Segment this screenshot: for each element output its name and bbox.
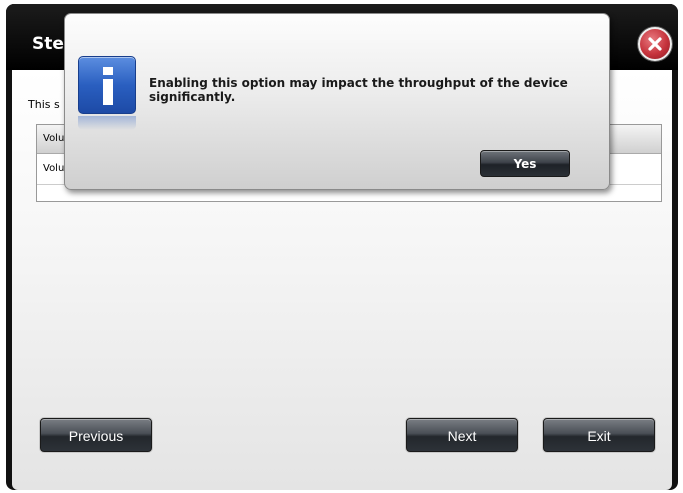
table-cell: Volu — [43, 163, 65, 174]
info-dialog: Enabling this option may impact the thro… — [64, 13, 610, 190]
previous-button[interactable]: Previous — [40, 418, 152, 452]
info-icon-reflection — [78, 116, 136, 130]
next-button[interactable]: Next — [406, 418, 518, 452]
exit-button[interactable]: Exit — [543, 418, 655, 452]
close-button[interactable] — [638, 27, 672, 61]
yes-button[interactable]: Yes — [480, 150, 570, 177]
wizard-title: Ste — [32, 34, 64, 54]
dialog-message: Enabling this option may impact the thro… — [149, 76, 568, 104]
wizard-description: This s — [28, 98, 60, 111]
table-header-cell: Volu — [43, 133, 65, 144]
info-icon — [78, 56, 136, 114]
close-x-icon — [648, 37, 662, 51]
